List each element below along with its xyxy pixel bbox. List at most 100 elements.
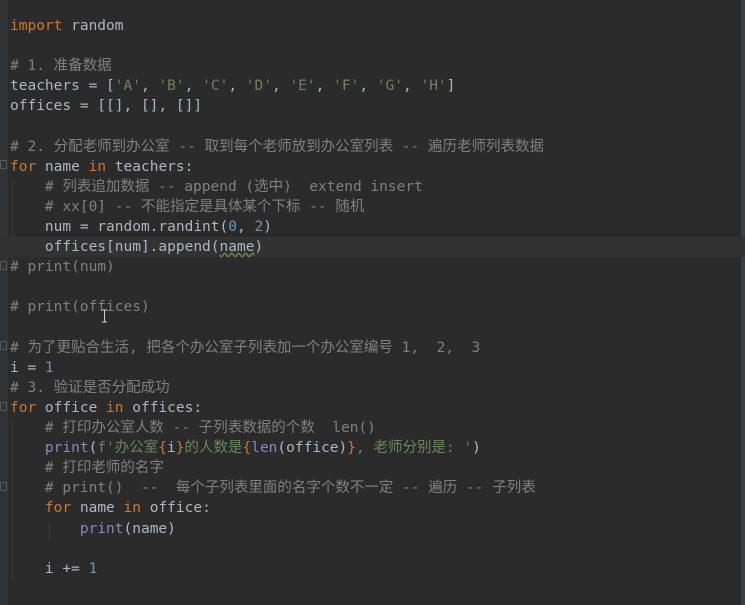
code-token: # 2. 分配老师到办公室 -- 取到每个老师放到办公室列表 -- 遍历老师列表… xyxy=(10,138,544,155)
code-token: # 打印办公室人数 -- 子列表数据的个数 len() xyxy=(44,420,376,436)
code-token: name xyxy=(219,239,255,256)
code-token: i = xyxy=(10,359,45,376)
code-token: for xyxy=(44,500,72,517)
code-token: # 列表追加数据 -- append (选中) extend insert xyxy=(44,178,423,195)
code-token: , 老师分别是: ' xyxy=(356,440,473,457)
code-token: print xyxy=(79,520,124,537)
code-line[interactable]: # 2. 分配老师到办公室 -- 取到每个老师放到办公室列表 -- 遍历老师列表… xyxy=(10,137,544,157)
code-line[interactable]: for name in office: xyxy=(10,498,211,518)
code-token: i xyxy=(167,440,176,457)
code-token: , xyxy=(140,78,159,95)
code-token: in xyxy=(106,399,124,416)
code-token: teachers = [ xyxy=(10,78,115,95)
code-token: offices = [[], [], []] xyxy=(10,98,203,115)
code-token: # print(offices) xyxy=(10,299,150,316)
editor-scrollbar[interactable] xyxy=(741,0,745,605)
code-token: name xyxy=(71,500,124,517)
code-token: # 打印老师的名字 xyxy=(44,460,164,477)
fold-marker-icon[interactable] xyxy=(0,402,7,411)
code-token: ) xyxy=(263,219,272,235)
code-token: , xyxy=(403,78,421,95)
code-token: 'D' xyxy=(245,78,272,95)
code-token: len xyxy=(251,440,278,457)
fold-marker-icon[interactable] xyxy=(0,482,7,491)
code-token: random xyxy=(62,18,124,34)
code-token: print xyxy=(44,440,89,457)
code-line[interactable]: i += 1 xyxy=(10,559,97,579)
code-token: for xyxy=(10,399,37,416)
code-token: # 1. 准备数据 xyxy=(10,58,112,75)
code-token: # 为了更贴合生活, 把各个办公室子列表加一个办公室编号 1, 2, 3 xyxy=(10,339,481,356)
code-token: 1 xyxy=(88,560,98,577)
code-line[interactable]: print(name) xyxy=(10,519,176,539)
fold-marker-icon[interactable] xyxy=(0,261,7,270)
code-line[interactable]: # print(num) xyxy=(10,257,115,277)
code-token: i += xyxy=(10,560,89,577)
code-token: 'H' xyxy=(420,78,447,95)
text-cursor-icon xyxy=(102,309,107,323)
code-token: 'F' xyxy=(333,78,360,95)
code-token: in xyxy=(123,500,141,517)
code-line[interactable]: offices[num].append(name) xyxy=(0,237,745,258)
code-token: , xyxy=(228,78,246,95)
code-token: offices[num].append( xyxy=(10,239,220,256)
code-token: office xyxy=(36,399,107,416)
fold-marker-icon[interactable] xyxy=(0,341,7,350)
code-line[interactable]: print(f'办公室{i}的人数是{len(office)}, 老师分别是: … xyxy=(10,438,481,458)
code-line[interactable]: for name in teachers: xyxy=(10,157,193,177)
code-line[interactable]: # 列表追加数据 -- append (选中) extend insert xyxy=(10,177,423,197)
code-token: teachers: xyxy=(106,158,194,175)
code-token: (name) xyxy=(123,520,176,537)
code-token: office: xyxy=(140,500,211,517)
code-token: , xyxy=(359,78,377,95)
code-token: 的人数是 xyxy=(184,440,243,457)
code-token: # 3. 验证是否分配成功 xyxy=(10,379,170,396)
code-token: offices: xyxy=(123,399,203,416)
code-token: name xyxy=(36,158,89,175)
editor-gutter[interactable] xyxy=(0,0,8,605)
code-line[interactable]: # 打印老师的名字 xyxy=(10,458,164,478)
code-line[interactable]: i = 1 xyxy=(10,358,54,378)
code-token: ] xyxy=(446,78,456,95)
code-token: 0 xyxy=(228,219,237,235)
code-line[interactable]: # 3. 验证是否分配成功 xyxy=(10,378,170,398)
code-token: import xyxy=(10,18,63,34)
code-token: , xyxy=(271,78,290,95)
code-token: 2 xyxy=(254,219,264,235)
code-line[interactable]: # print(offices) xyxy=(10,297,150,317)
code-token: , xyxy=(236,219,255,235)
code-token: 'G' xyxy=(376,78,403,95)
code-token: # print() -- 每个子列表里面的名字个数不一定 -- 遍历 -- 子列… xyxy=(44,480,536,497)
code-line[interactable]: # print() -- 每个子列表里面的名字个数不一定 -- 遍历 -- 子列… xyxy=(10,478,536,498)
code-editor[interactable]: import random # 1. 准备数据 teachers = ['A', '… xyxy=(0,0,745,605)
code-token: # xx[0] -- 不能指定是具体某个下标 -- 随机 xyxy=(44,198,365,215)
code-line[interactable]: num = random.randint(0, 2) xyxy=(10,217,272,237)
code-token: } xyxy=(347,440,356,457)
code-token: (office) xyxy=(277,440,348,457)
code-token: 1 xyxy=(44,359,54,376)
code-token: ) xyxy=(472,440,481,457)
code-line[interactable]: # 为了更贴合生活, 把各个办公室子列表加一个办公室编号 1, 2, 3 xyxy=(10,338,480,358)
code-line[interactable]: offices = [[], [], []] xyxy=(10,96,202,116)
code-token: ) xyxy=(254,239,264,256)
code-line[interactable]: # 1. 准备数据 xyxy=(10,56,112,76)
code-token: , xyxy=(184,78,203,95)
code-line[interactable]: # xx[0] -- 不能指定是具体某个下标 -- 随机 xyxy=(10,197,364,217)
code-token: num = random.randint( xyxy=(10,219,229,235)
code-line[interactable]: # 打印办公室人数 -- 子列表数据的个数 len() xyxy=(10,418,376,438)
fold-marker-icon[interactable] xyxy=(0,160,7,169)
code-token: for xyxy=(10,158,37,175)
code-line[interactable]: for office in offices: xyxy=(10,398,202,418)
code-token: 'B' xyxy=(158,78,185,95)
code-token: ( xyxy=(88,440,98,457)
code-line[interactable]: teachers = ['A', 'B', 'C', 'D', 'E', 'F'… xyxy=(10,76,455,96)
code-token: in xyxy=(88,158,107,175)
code-line[interactable]: import random xyxy=(10,16,124,36)
code-token: , xyxy=(315,78,334,95)
